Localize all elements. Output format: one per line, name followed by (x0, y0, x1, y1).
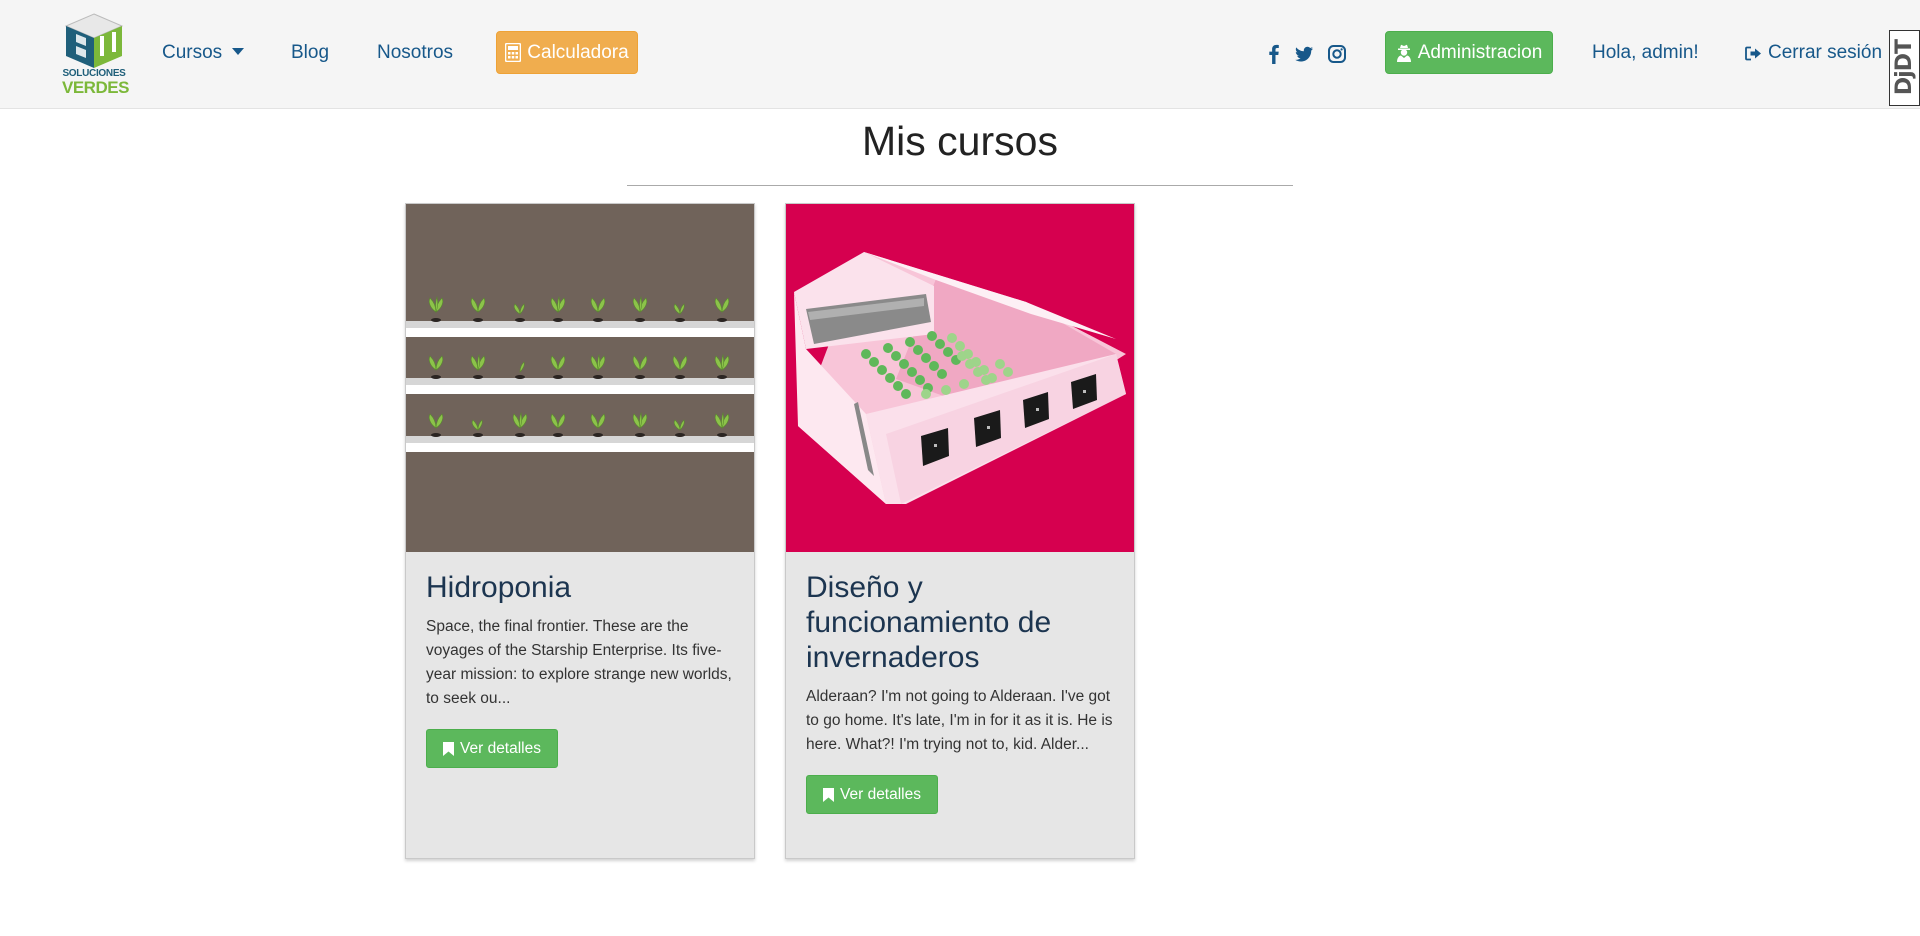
course-image-greenhouse (786, 204, 1134, 552)
course-description: Space, the final frontier. These are the… (426, 618, 732, 707)
calculator-icon (505, 43, 522, 62)
course-title: Hidroponia (426, 571, 572, 604)
brand-logo[interactable]: SOLUCIONES VERDES (62, 12, 129, 98)
nav-blog-link[interactable]: Blog (291, 42, 329, 64)
logout-label: Cerrar sesión (1768, 42, 1883, 63)
debug-toolbar-label: DjDT (1892, 40, 1917, 96)
title-divider (627, 185, 1293, 186)
nav-nosotros-link[interactable]: Nosotros (377, 42, 453, 64)
ver-detalles-label: Ver detalles (460, 739, 541, 757)
greenhouse-illustration (786, 204, 1134, 552)
user-secret-icon (1396, 44, 1411, 62)
navbar: SOLUCIONES VERDES Cursos Blog Nosotros C… (0, 0, 1920, 109)
administracion-label: Administracion (1417, 41, 1543, 63)
facebook-icon[interactable] (1264, 44, 1284, 64)
course-image-hydroponics (406, 204, 754, 552)
calculadora-label: Calculadora (527, 41, 629, 63)
bookmark-icon (823, 787, 834, 802)
course-title: Diseño y funcionamiento de invernaderos (806, 571, 1052, 674)
course-card: Diseño y funcionamiento de invernaderos … (785, 203, 1135, 859)
instagram-icon[interactable] (1327, 44, 1347, 64)
calculadora-button[interactable]: Calculadora (496, 31, 638, 74)
logo-text-verdes: VERDES (62, 78, 129, 97)
debug-toolbar-handle[interactable]: DjDT (1889, 30, 1920, 106)
course-card-body: Diseño y funcionamiento de invernaderos … (806, 570, 1118, 814)
administracion-button[interactable]: Administracion (1385, 31, 1553, 74)
ver-detalles-button[interactable]: Ver detalles (806, 775, 938, 814)
course-card-body: Hidroponia Space, the final frontier. Th… (426, 570, 738, 768)
sign-out-icon (1745, 46, 1761, 60)
course-description: Alderaan? I'm not going to Alderaan. I'v… (806, 688, 1113, 753)
page-title: Mis cursos (862, 118, 1058, 164)
twitter-icon[interactable] (1294, 44, 1314, 64)
ver-detalles-button[interactable]: Ver detalles (426, 729, 558, 768)
hydroponics-illustration (406, 204, 754, 552)
nav-cursos-label: Cursos (162, 42, 223, 63)
course-card: Hidroponia Space, the final frontier. Th… (405, 203, 755, 859)
bookmark-icon (443, 741, 454, 756)
logo-cube-icon (64, 13, 124, 68)
nav-cursos-dropdown[interactable]: Cursos (162, 42, 245, 64)
greeting-link[interactable]: Hola, admin! (1592, 42, 1699, 64)
ver-detalles-label: Ver detalles (840, 785, 921, 803)
caret-down-icon (232, 48, 245, 55)
logout-link[interactable]: Cerrar sesión (1745, 42, 1882, 64)
